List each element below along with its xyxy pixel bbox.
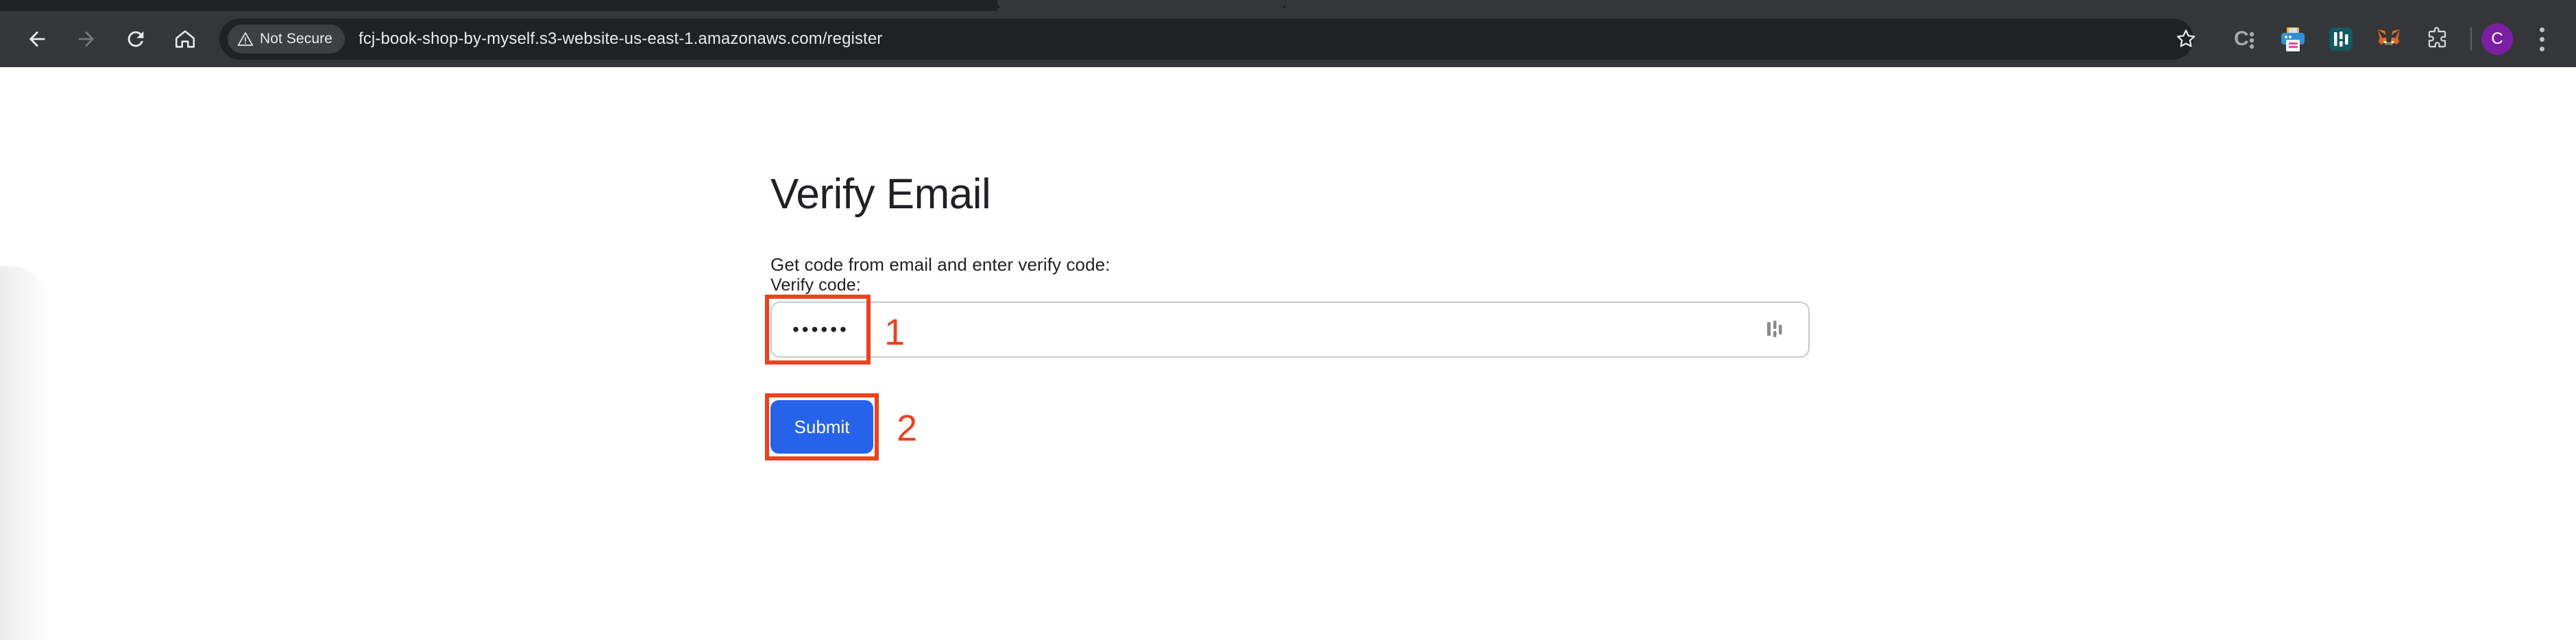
back-button[interactable] — [12, 14, 62, 64]
c-colon-extension-icon[interactable]: C — [2221, 15, 2269, 63]
three-dot-menu-icon[interactable] — [2521, 15, 2562, 63]
verify-code-input[interactable] — [770, 301, 1810, 358]
page-title: Verify Email — [770, 171, 991, 218]
browser-tab-active[interactable] — [997, 0, 1285, 11]
bookmark-star-button[interactable] — [2162, 15, 2210, 63]
teal-bars-extension-icon[interactable] — [2317, 15, 2365, 63]
tab-strip-left-filler — [0, 0, 997, 11]
star-icon — [2176, 29, 2196, 47]
toolbar-right-cluster: C C — [2162, 11, 2576, 67]
verify-code-label: Verify code: — [770, 275, 861, 295]
left-edge-shadow — [0, 266, 49, 640]
url-text: fcj-book-shop-by-myself.s3-website-us-ea… — [359, 29, 883, 48]
home-icon — [175, 30, 195, 48]
security-status-label: Not Secure — [260, 31, 333, 47]
verify-email-form-container: Verify Email Get code from email and ent… — [765, 67, 2279, 467]
page-viewport: Verify Email Get code from email and ent… — [0, 67, 2576, 640]
reload-icon — [127, 31, 144, 47]
printer-extension-icon[interactable] — [2269, 15, 2317, 63]
home-button[interactable] — [160, 14, 210, 64]
tab-strip — [0, 0, 2576, 12]
extensions-puzzle-icon[interactable] — [2413, 15, 2461, 63]
browser-chrome: Not Secure fcj-book-shop-by-myself.s3-we… — [0, 0, 2576, 67]
toolbar-divider — [2470, 27, 2472, 51]
security-status-chip[interactable]: Not Secure — [228, 25, 345, 53]
annotation-number-2: 2 — [897, 408, 918, 450]
verify-code-input-row: 1 — [765, 295, 1810, 365]
tab-strip-right-filler — [1285, 0, 2576, 11]
reload-button[interactable] — [111, 14, 160, 64]
profile-avatar[interactable]: C — [2481, 23, 2513, 55]
address-bar[interactable]: Not Secure fcj-book-shop-by-myself.s3-we… — [219, 19, 2194, 60]
forward-button[interactable] — [62, 14, 111, 64]
forward-arrow-icon — [78, 31, 95, 47]
page-subtitle: Get code from email and enter verify cod… — [770, 254, 1110, 275]
svg-text:C: C — [2234, 27, 2249, 50]
submit-button[interactable]: Submit — [770, 400, 873, 454]
submit-button-row: Submit 2 — [765, 393, 2279, 467]
metamask-extension-icon[interactable] — [2365, 15, 2413, 63]
profile-initial: C — [2491, 29, 2503, 48]
warning-triangle-icon — [237, 32, 254, 46]
browser-toolbar: Not Secure fcj-book-shop-by-myself.s3-we… — [0, 11, 2576, 67]
back-arrow-icon — [29, 31, 45, 47]
